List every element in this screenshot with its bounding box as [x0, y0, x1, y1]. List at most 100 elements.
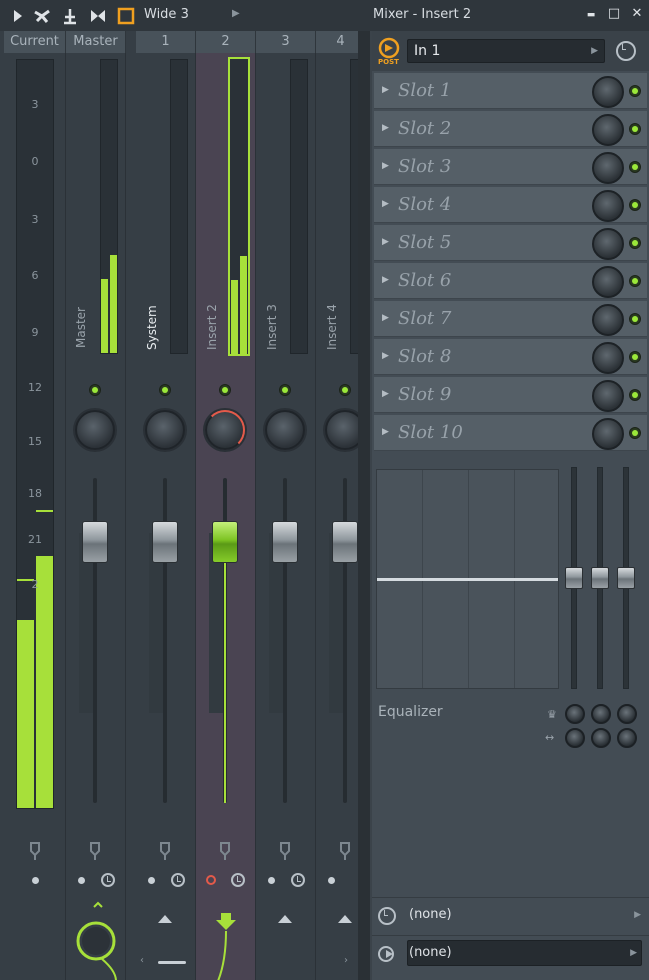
- effect-slot[interactable]: ▶ Slot 7: [374, 301, 647, 337]
- horizontal-scrollbar-thumb[interactable]: [158, 961, 186, 964]
- expand-arrow-icon[interactable]: ▶: [382, 237, 389, 247]
- pan-knob[interactable]: [205, 410, 245, 450]
- minimize-button[interactable]: ▬: [583, 10, 599, 28]
- slot-enable-led[interactable]: [629, 389, 641, 401]
- eq-mid-bw-knob[interactable]: [591, 728, 611, 748]
- clock-icon[interactable]: [171, 873, 185, 887]
- volume-fader[interactable]: [82, 521, 108, 563]
- layout-square-icon[interactable]: [117, 7, 135, 25]
- track-master[interactable]: Master: [66, 53, 126, 980]
- track-enable-led[interactable]: [159, 384, 171, 396]
- slot-enable-led[interactable]: [629, 427, 641, 439]
- volume-fader[interactable]: [272, 521, 298, 563]
- plug-icon[interactable]: [27, 841, 43, 861]
- maximize-button[interactable]: □: [606, 6, 622, 24]
- record-arm-icon[interactable]: [206, 875, 216, 885]
- eq-graph[interactable]: [376, 469, 559, 689]
- eq-high-freq-knob[interactable]: [617, 704, 637, 724]
- slot-mix-knob[interactable]: [592, 190, 624, 222]
- play-arrow-icon[interactable]: [9, 7, 27, 25]
- effect-slot[interactable]: ▶ Slot 10: [374, 415, 647, 451]
- effect-slot[interactable]: ▶ Slot 9: [374, 377, 647, 413]
- volume-fader[interactable]: [332, 521, 358, 563]
- link-cable-icon[interactable]: [33, 7, 51, 25]
- route-up-arrow-icon[interactable]: [158, 915, 172, 923]
- slot-mix-knob[interactable]: [592, 418, 624, 450]
- track-enable-led[interactable]: [339, 384, 351, 396]
- route-up-arrow-icon[interactable]: [338, 915, 352, 923]
- track-enable-led[interactable]: [219, 384, 231, 396]
- plug-icon[interactable]: [217, 841, 233, 861]
- clock-icon[interactable]: [101, 873, 115, 887]
- slot-mix-knob[interactable]: [592, 380, 624, 412]
- effect-slot[interactable]: ▶ Slot 4: [374, 187, 647, 223]
- effect-slot[interactable]: ▶ Slot 1: [374, 73, 647, 109]
- expand-arrow-icon[interactable]: ▶: [382, 123, 389, 133]
- eq-low-gain-handle[interactable]: [565, 567, 583, 589]
- track-insert-3[interactable]: Insert 3: [256, 53, 316, 980]
- plug-icon[interactable]: [337, 841, 353, 861]
- expand-arrow-icon[interactable]: ▶: [382, 351, 389, 361]
- scroll-right-icon[interactable]: ›: [344, 955, 348, 966]
- track-enable-led[interactable]: [89, 384, 101, 396]
- volume-fader[interactable]: [152, 521, 178, 563]
- effect-slot[interactable]: ▶ Slot 2: [374, 111, 647, 147]
- layout-arrow-icon[interactable]: ▶: [232, 8, 240, 19]
- slot-enable-led[interactable]: [629, 85, 641, 97]
- slot-enable-led[interactable]: [629, 313, 641, 325]
- expand-arrow-icon[interactable]: ▶: [382, 427, 389, 437]
- slot-enable-led[interactable]: [629, 199, 641, 211]
- track-name[interactable]: Insert 3: [265, 304, 279, 350]
- eq-mid-gain-handle[interactable]: [591, 567, 609, 589]
- pan-knob[interactable]: [75, 410, 115, 450]
- slot-enable-led[interactable]: [629, 275, 641, 287]
- expand-arrow-icon[interactable]: ▶: [382, 313, 389, 323]
- plug-icon[interactable]: [157, 841, 173, 861]
- expand-arrow-icon[interactable]: ▶: [382, 85, 389, 95]
- clock-icon[interactable]: [231, 873, 245, 887]
- slot-mix-knob[interactable]: [592, 342, 624, 374]
- slot-mix-knob[interactable]: [592, 304, 624, 336]
- track-name[interactable]: Insert 4: [325, 304, 339, 350]
- latency-clock-icon[interactable]: [616, 41, 636, 61]
- eq-mid-freq-knob[interactable]: [591, 704, 611, 724]
- slot-mix-knob[interactable]: [592, 76, 624, 108]
- output-dot[interactable]: [268, 877, 275, 884]
- output-dot[interactable]: [328, 877, 335, 884]
- slot-mix-knob[interactable]: [592, 266, 624, 298]
- slot-enable-led[interactable]: [629, 123, 641, 135]
- slot-mix-knob[interactable]: [592, 228, 624, 260]
- eq-low-bw-knob[interactable]: [565, 728, 585, 748]
- expand-arrow-icon[interactable]: ▶: [382, 161, 389, 171]
- output-dot[interactable]: [78, 877, 85, 884]
- pan-knob[interactable]: [265, 410, 305, 450]
- eq-high-gain-handle[interactable]: [617, 567, 635, 589]
- track-insert-2[interactable]: Insert 2: [196, 53, 256, 980]
- panel-divider[interactable]: [358, 31, 370, 980]
- track-name[interactable]: Master: [74, 307, 88, 348]
- effect-slot[interactable]: ▶ Slot 5: [374, 225, 647, 261]
- pan-knob[interactable]: [145, 410, 185, 450]
- effect-slot[interactable]: ▶ Slot 6: [374, 263, 647, 299]
- slot-enable-led[interactable]: [629, 351, 641, 363]
- slot-mix-knob[interactable]: [592, 114, 624, 146]
- pin-icon[interactable]: [61, 7, 79, 25]
- plug-icon[interactable]: [87, 841, 103, 861]
- track-name[interactable]: Insert 2: [205, 304, 219, 350]
- expand-arrow-icon[interactable]: ▶: [382, 199, 389, 209]
- expand-arrow-icon[interactable]: ▶: [382, 389, 389, 399]
- slot-enable-led[interactable]: [629, 161, 641, 173]
- eq-low-freq-knob[interactable]: [565, 704, 585, 724]
- close-button[interactable]: ✕: [629, 6, 645, 24]
- layout-label[interactable]: Wide 3: [144, 7, 189, 22]
- expand-arrow-icon[interactable]: ▶: [382, 275, 389, 285]
- volume-fader[interactable]: [212, 521, 238, 563]
- route-up-arrow-icon[interactable]: [278, 915, 292, 923]
- time-select-row[interactable]: (none) ▶: [372, 897, 649, 933]
- track-name[interactable]: System: [145, 305, 159, 350]
- track-enable-led[interactable]: [279, 384, 291, 396]
- slot-mix-knob[interactable]: [592, 152, 624, 184]
- clock-icon[interactable]: [291, 873, 305, 887]
- slot-enable-led[interactable]: [629, 237, 641, 249]
- track-system[interactable]: System: [136, 53, 196, 980]
